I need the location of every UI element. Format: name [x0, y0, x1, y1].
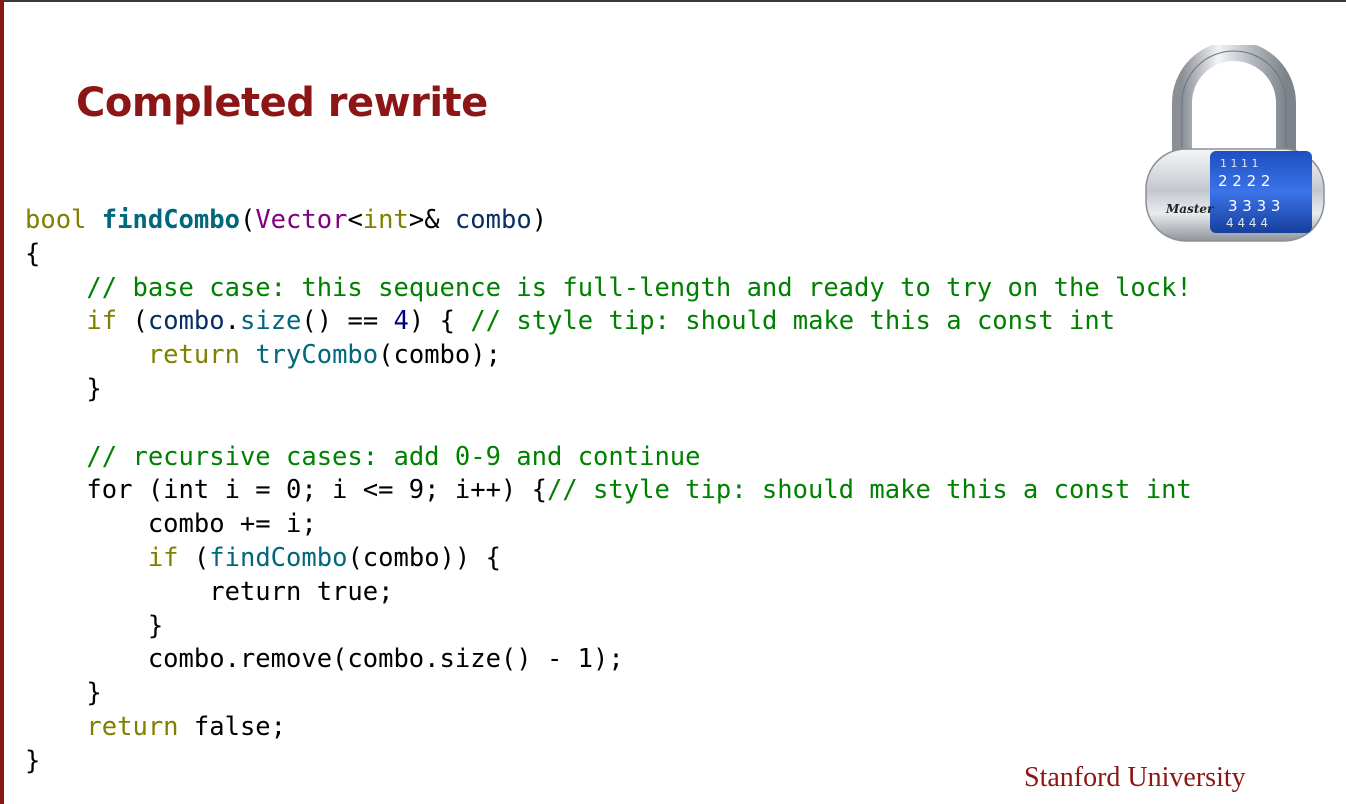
- code-line: bool findCombo(Vector<int>& combo): [25, 204, 1192, 238]
- code-token: <: [347, 205, 363, 235]
- code-token: // base case: this sequence is full-leng…: [86, 272, 1192, 303]
- svg-text:1 1 1 1: 1 1 1 1: [1220, 157, 1258, 170]
- code-token: (: [178, 542, 210, 573]
- code-block: bool findCombo(Vector<int>& combo){ // b…: [25, 204, 1192, 779]
- code-token: findCombo: [101, 205, 240, 235]
- code-token: ) {: [408, 306, 471, 337]
- code-line: return false;: [25, 711, 1192, 745]
- top-border: [0, 0, 1346, 2]
- code-token: Vector: [255, 205, 348, 235]
- code-line: }: [25, 373, 1192, 407]
- code-token: }: [25, 610, 164, 641]
- code-token: if: [86, 306, 118, 337]
- left-accent-bar: [0, 0, 4, 804]
- code-token: () ==: [301, 306, 394, 337]
- code-line: }: [25, 610, 1192, 644]
- code-token: (combo)) {: [347, 542, 501, 573]
- code-token: }: [25, 745, 41, 776]
- code-token: return true;: [25, 576, 394, 607]
- code-token: combo.remove(combo.size() - 1);: [25, 644, 624, 675]
- code-token: false;: [178, 711, 287, 742]
- code-line: {: [25, 238, 1192, 272]
- code-line: combo.remove(combo.size() - 1);: [25, 643, 1192, 677]
- slide-title: Completed rewrite: [76, 80, 488, 126]
- code-token: combo: [454, 205, 532, 235]
- code-line: combo += i;: [25, 508, 1192, 542]
- svg-text:4 4 4 4: 4 4 4 4: [1226, 216, 1268, 230]
- code-token: ): [531, 205, 548, 235]
- code-token: return: [86, 711, 179, 742]
- svg-text:2 2 2 2: 2 2 2 2: [1218, 172, 1270, 190]
- code-token: int: [362, 205, 409, 235]
- svg-text:Master: Master: [1165, 202, 1215, 216]
- code-token: >&: [408, 205, 455, 235]
- code-token: .: [224, 306, 240, 337]
- code-token: // recursive cases: add 0-9 and continue: [86, 441, 701, 472]
- code-line: // recursive cases: add 0-9 and continue: [25, 441, 1192, 475]
- code-token: combo: [147, 306, 225, 337]
- code-line: for (int i = 0; i <= 9; i++) {// style t…: [25, 474, 1192, 508]
- university-footer: Stanford University: [1024, 762, 1246, 793]
- code-token: (: [117, 306, 148, 337]
- code-token: // style tip: should make this a const i…: [470, 306, 1116, 337]
- code-token: }: [25, 373, 102, 404]
- code-token: (combo);: [378, 340, 501, 371]
- code-token: {: [25, 238, 41, 269]
- code-line: return true;: [25, 576, 1192, 610]
- code-token: tryCombo: [255, 340, 379, 371]
- code-token: for (int i = 0; i <= 9; i++) {: [25, 475, 547, 506]
- code-line: return tryCombo(combo);: [25, 339, 1192, 373]
- code-token: combo += i;: [25, 509, 317, 540]
- svg-text:3 3 3 3: 3 3 3 3: [1228, 197, 1280, 215]
- code-line: // base case: this sequence is full-leng…: [25, 272, 1192, 306]
- code-token: // style tip: should make this a const i…: [546, 475, 1192, 506]
- code-line: if (combo.size() == 4) { // style tip: s…: [25, 305, 1192, 339]
- code-token: size: [239, 306, 302, 337]
- combination-padlock-icon: 1 1 1 1 2 2 2 2 3 3 3 3 4 4 4 4 Master: [1145, 45, 1325, 242]
- code-token: 4: [393, 306, 409, 337]
- code-token: bool: [25, 205, 87, 235]
- code-line: }: [25, 745, 1192, 779]
- code-token: if: [147, 542, 179, 573]
- code-token: return: [147, 340, 240, 371]
- code-token: }: [25, 678, 102, 709]
- code-line: if (findCombo(combo)) {: [25, 542, 1192, 576]
- code-token: (: [239, 205, 256, 235]
- code-line: }: [25, 677, 1192, 711]
- code-token: findCombo: [209, 542, 348, 573]
